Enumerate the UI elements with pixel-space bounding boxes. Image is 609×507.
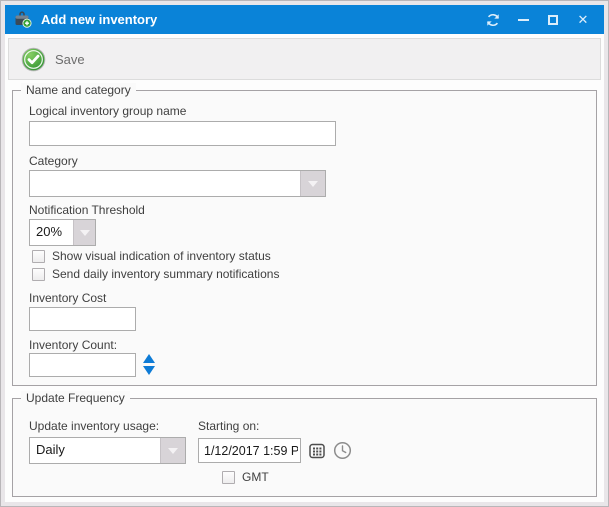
inventory-cost-label: Inventory Cost [29, 291, 106, 305]
category-label: Category [29, 154, 78, 168]
group-name-and-category: Name and category Logical inventory grou… [12, 90, 597, 386]
threshold-dropdown[interactable]: 20% [29, 219, 96, 246]
gmt-checkbox[interactable] [222, 471, 235, 484]
category-dropdown[interactable] [29, 170, 326, 197]
calendar-picker-button[interactable] [308, 441, 327, 460]
usage-dropdown-button[interactable] [160, 438, 185, 463]
window-title: Add new inventory [41, 12, 478, 27]
threshold-value: 20% [30, 220, 73, 245]
visual-indication-label: Show visual indication of inventory stat… [52, 249, 271, 263]
maximize-icon [548, 15, 558, 25]
time-picker-button[interactable] [332, 440, 352, 460]
threshold-label: Notification Threshold [29, 203, 145, 217]
inventory-count-label: Inventory Count: [29, 338, 117, 352]
window-controls: ✕ [478, 5, 598, 34]
close-icon: ✕ [578, 13, 589, 26]
dialog-window: Add new inventory ✕ [0, 0, 609, 507]
clock-icon [333, 441, 352, 460]
save-button[interactable]: Save [19, 45, 95, 74]
refresh-button[interactable] [478, 5, 508, 34]
gmt-label: GMT [242, 470, 269, 484]
group-legend: Update Frequency [21, 391, 130, 406]
chevron-down-icon [80, 230, 90, 236]
spinner-up-icon[interactable] [143, 354, 155, 363]
chevron-down-icon [168, 448, 178, 454]
category-value [30, 171, 300, 196]
daily-summary-checkbox[interactable] [32, 268, 45, 281]
starting-on-label: Starting on: [198, 419, 259, 433]
group-name-label: Logical inventory group name [29, 104, 186, 118]
refresh-icon [486, 13, 500, 27]
minimize-icon [518, 19, 529, 21]
category-dropdown-button[interactable] [300, 171, 325, 196]
starting-on-input[interactable] [198, 438, 301, 463]
gmt-checkbox-row: GMT [222, 470, 269, 484]
visual-indication-checkbox-row: Show visual indication of inventory stat… [32, 249, 271, 263]
save-button-label: Save [55, 52, 85, 67]
titlebar: Add new inventory ✕ [5, 5, 604, 34]
inventory-cost-input[interactable] [29, 307, 136, 331]
group-legend: Name and category [21, 83, 136, 98]
inventory-add-icon [14, 11, 33, 28]
dialog-body: Save Name and category Logical inventory… [5, 34, 604, 502]
group-name-input[interactable] [29, 121, 336, 146]
minimize-button[interactable] [508, 5, 538, 34]
inventory-count-spinner[interactable] [143, 354, 155, 375]
maximize-button[interactable] [538, 5, 568, 34]
inventory-count-input[interactable] [29, 353, 136, 377]
save-check-icon [21, 47, 46, 72]
daily-summary-label: Send daily inventory summary notificatio… [52, 267, 279, 281]
usage-value: Daily [30, 438, 160, 463]
daily-summary-checkbox-row: Send daily inventory summary notificatio… [32, 267, 279, 281]
calendar-icon [309, 443, 326, 459]
usage-label: Update inventory usage: [29, 419, 159, 433]
chevron-down-icon [308, 181, 318, 187]
close-button[interactable]: ✕ [568, 5, 598, 34]
visual-indication-checkbox[interactable] [32, 250, 45, 263]
threshold-dropdown-button[interactable] [73, 220, 95, 245]
usage-dropdown[interactable]: Daily [29, 437, 186, 464]
toolbar: Save [8, 38, 601, 80]
spinner-down-icon[interactable] [143, 366, 155, 375]
group-update-frequency: Update Frequency Update inventory usage:… [12, 398, 597, 497]
